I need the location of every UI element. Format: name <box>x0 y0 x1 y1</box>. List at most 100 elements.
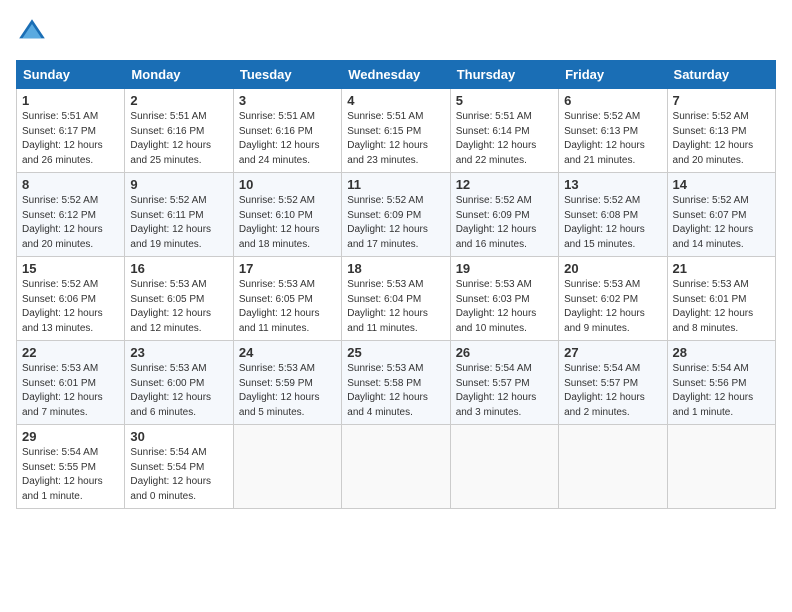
weekday-header-tuesday: Tuesday <box>233 61 341 89</box>
weekday-header-row: SundayMondayTuesdayWednesdayThursdayFrid… <box>17 61 776 89</box>
day-info: Sunrise: 5:54 AMSunset: 5:56 PMDaylight:… <box>673 363 754 418</box>
calendar-cell: 25 Sunrise: 5:53 AMSunset: 5:58 PMDayligh… <box>342 341 450 425</box>
day-number: 13 <box>564 177 661 192</box>
calendar-cell <box>450 425 558 509</box>
calendar-table: SundayMondayTuesdayWednesdayThursdayFrid… <box>16 60 776 509</box>
weekday-header-wednesday: Wednesday <box>342 61 450 89</box>
day-number: 4 <box>347 93 444 108</box>
calendar-cell: 24 Sunrise: 5:53 AMSunset: 5:59 PMDayligh… <box>233 341 341 425</box>
day-number: 16 <box>130 261 227 276</box>
calendar-week-3: 15 Sunrise: 5:52 AMSunset: 6:06 PMDayligh… <box>17 257 776 341</box>
calendar-cell: 30 Sunrise: 5:54 AMSunset: 5:54 PMDayligh… <box>125 425 233 509</box>
weekday-header-monday: Monday <box>125 61 233 89</box>
calendar-cell <box>233 425 341 509</box>
day-number: 25 <box>347 345 444 360</box>
day-number: 24 <box>239 345 336 360</box>
day-info: Sunrise: 5:53 AMSunset: 5:59 PMDaylight:… <box>239 363 320 418</box>
day-number: 29 <box>22 429 119 444</box>
calendar-cell: 27 Sunrise: 5:54 AMSunset: 5:57 PMDayligh… <box>559 341 667 425</box>
calendar-cell: 7 Sunrise: 5:52 AMSunset: 6:13 PMDaylight… <box>667 89 775 173</box>
calendar-cell: 2 Sunrise: 5:51 AMSunset: 6:16 PMDaylight… <box>125 89 233 173</box>
calendar-cell: 28 Sunrise: 5:54 AMSunset: 5:56 PMDayligh… <box>667 341 775 425</box>
calendar-cell: 20Sunrise: 5:53 AMSunset: 6:02 PMDayligh… <box>559 257 667 341</box>
day-info: Sunrise: 5:54 AMSunset: 5:55 PMDaylight:… <box>22 447 103 502</box>
day-info: Sunrise: 5:51 AMSunset: 6:14 PMDaylight:… <box>456 111 537 166</box>
weekday-header-saturday: Saturday <box>667 61 775 89</box>
day-info: Sunrise: 5:53 AMSunset: 5:58 PMDaylight:… <box>347 363 428 418</box>
day-info: Sunrise: 5:52 AMSunset: 6:12 PMDaylight:… <box>22 195 103 250</box>
calendar-cell: 16Sunrise: 5:53 AMSunset: 6:05 PMDayligh… <box>125 257 233 341</box>
day-number: 30 <box>130 429 227 444</box>
calendar-week-4: 22Sunrise: 5:53 AMSunset: 6:01 PMDayligh… <box>17 341 776 425</box>
day-number: 15 <box>22 261 119 276</box>
day-number: 2 <box>130 93 227 108</box>
day-info: Sunrise: 5:52 AMSunset: 6:09 PMDaylight:… <box>347 195 428 250</box>
day-info: Sunrise: 5:53 AMSunset: 6:01 PMDaylight:… <box>673 279 754 334</box>
day-info: Sunrise: 5:54 AMSunset: 5:57 PMDaylight:… <box>456 363 537 418</box>
day-info: Sunrise: 5:51 AMSunset: 6:16 PMDaylight:… <box>130 111 211 166</box>
page-header <box>16 16 776 48</box>
day-info: Sunrise: 5:52 AMSunset: 6:13 PMDaylight:… <box>673 111 754 166</box>
calendar-cell: 12Sunrise: 5:52 AMSunset: 6:09 PMDayligh… <box>450 173 558 257</box>
calendar-week-2: 8 Sunrise: 5:52 AMSunset: 6:12 PMDaylight… <box>17 173 776 257</box>
day-info: Sunrise: 5:52 AMSunset: 6:13 PMDaylight:… <box>564 111 645 166</box>
calendar-cell: 18 Sunrise: 5:53 AMSunset: 6:04 PMDayligh… <box>342 257 450 341</box>
calendar-cell <box>559 425 667 509</box>
day-number: 19 <box>456 261 553 276</box>
calendar-cell: 8 Sunrise: 5:52 AMSunset: 6:12 PMDaylight… <box>17 173 125 257</box>
weekday-header-friday: Friday <box>559 61 667 89</box>
day-info: Sunrise: 5:54 AMSunset: 5:57 PMDaylight:… <box>564 363 645 418</box>
day-info: Sunrise: 5:53 AMSunset: 6:00 PMDaylight:… <box>130 363 211 418</box>
day-info: Sunrise: 5:53 AMSunset: 6:03 PMDaylight:… <box>456 279 537 334</box>
calendar-cell: 4Sunrise: 5:51 AMSunset: 6:15 PMDaylight… <box>342 89 450 173</box>
weekday-header-sunday: Sunday <box>17 61 125 89</box>
day-number: 21 <box>673 261 770 276</box>
day-info: Sunrise: 5:53 AMSunset: 6:01 PMDaylight:… <box>22 363 103 418</box>
weekday-header-thursday: Thursday <box>450 61 558 89</box>
calendar-cell: 11 Sunrise: 5:52 AMSunset: 6:09 PMDayligh… <box>342 173 450 257</box>
day-info: Sunrise: 5:52 AMSunset: 6:09 PMDaylight:… <box>456 195 537 250</box>
calendar-cell: 29 Sunrise: 5:54 AMSunset: 5:55 PMDayligh… <box>17 425 125 509</box>
calendar-cell <box>667 425 775 509</box>
day-number: 17 <box>239 261 336 276</box>
day-number: 8 <box>22 177 119 192</box>
day-number: 3 <box>239 93 336 108</box>
calendar-cell: 9Sunrise: 5:52 AMSunset: 6:11 PMDaylight… <box>125 173 233 257</box>
calendar-cell: 21 Sunrise: 5:53 AMSunset: 6:01 PMDayligh… <box>667 257 775 341</box>
day-number: 6 <box>564 93 661 108</box>
day-number: 23 <box>130 345 227 360</box>
day-number: 20 <box>564 261 661 276</box>
day-info: Sunrise: 5:52 AMSunset: 6:07 PMDaylight:… <box>673 195 754 250</box>
calendar-cell <box>342 425 450 509</box>
calendar-cell: 19 Sunrise: 5:53 AMSunset: 6:03 PMDayligh… <box>450 257 558 341</box>
calendar-cell: 5 Sunrise: 5:51 AMSunset: 6:14 PMDaylight… <box>450 89 558 173</box>
day-info: Sunrise: 5:51 AMSunset: 6:16 PMDaylight:… <box>239 111 320 166</box>
calendar-cell: 6 Sunrise: 5:52 AMSunset: 6:13 PMDaylight… <box>559 89 667 173</box>
day-number: 28 <box>673 345 770 360</box>
day-number: 11 <box>347 177 444 192</box>
day-info: Sunrise: 5:52 AMSunset: 6:06 PMDaylight:… <box>22 279 103 334</box>
logo-icon <box>16 16 48 48</box>
logo <box>16 16 52 48</box>
day-info: Sunrise: 5:52 AMSunset: 6:10 PMDaylight:… <box>239 195 320 250</box>
calendar-cell: 22Sunrise: 5:53 AMSunset: 6:01 PMDayligh… <box>17 341 125 425</box>
day-number: 18 <box>347 261 444 276</box>
calendar-cell: 1Sunrise: 5:51 AMSunset: 6:17 PMDaylight… <box>17 89 125 173</box>
day-info: Sunrise: 5:53 AMSunset: 6:04 PMDaylight:… <box>347 279 428 334</box>
day-number: 1 <box>22 93 119 108</box>
day-number: 7 <box>673 93 770 108</box>
day-number: 27 <box>564 345 661 360</box>
calendar-cell: 17 Sunrise: 5:53 AMSunset: 6:05 PMDayligh… <box>233 257 341 341</box>
calendar-cell: 15 Sunrise: 5:52 AMSunset: 6:06 PMDayligh… <box>17 257 125 341</box>
calendar-cell: 23 Sunrise: 5:53 AMSunset: 6:00 PMDayligh… <box>125 341 233 425</box>
day-number: 5 <box>456 93 553 108</box>
day-info: Sunrise: 5:53 AMSunset: 6:05 PMDaylight:… <box>239 279 320 334</box>
day-number: 26 <box>456 345 553 360</box>
calendar-cell: 26 Sunrise: 5:54 AMSunset: 5:57 PMDayligh… <box>450 341 558 425</box>
calendar-week-5: 29 Sunrise: 5:54 AMSunset: 5:55 PMDayligh… <box>17 425 776 509</box>
calendar-cell: 10 Sunrise: 5:52 AMSunset: 6:10 PMDayligh… <box>233 173 341 257</box>
day-number: 10 <box>239 177 336 192</box>
calendar-cell: 13Sunrise: 5:52 AMSunset: 6:08 PMDayligh… <box>559 173 667 257</box>
day-info: Sunrise: 5:54 AMSunset: 5:54 PMDaylight:… <box>130 447 211 502</box>
day-number: 14 <box>673 177 770 192</box>
